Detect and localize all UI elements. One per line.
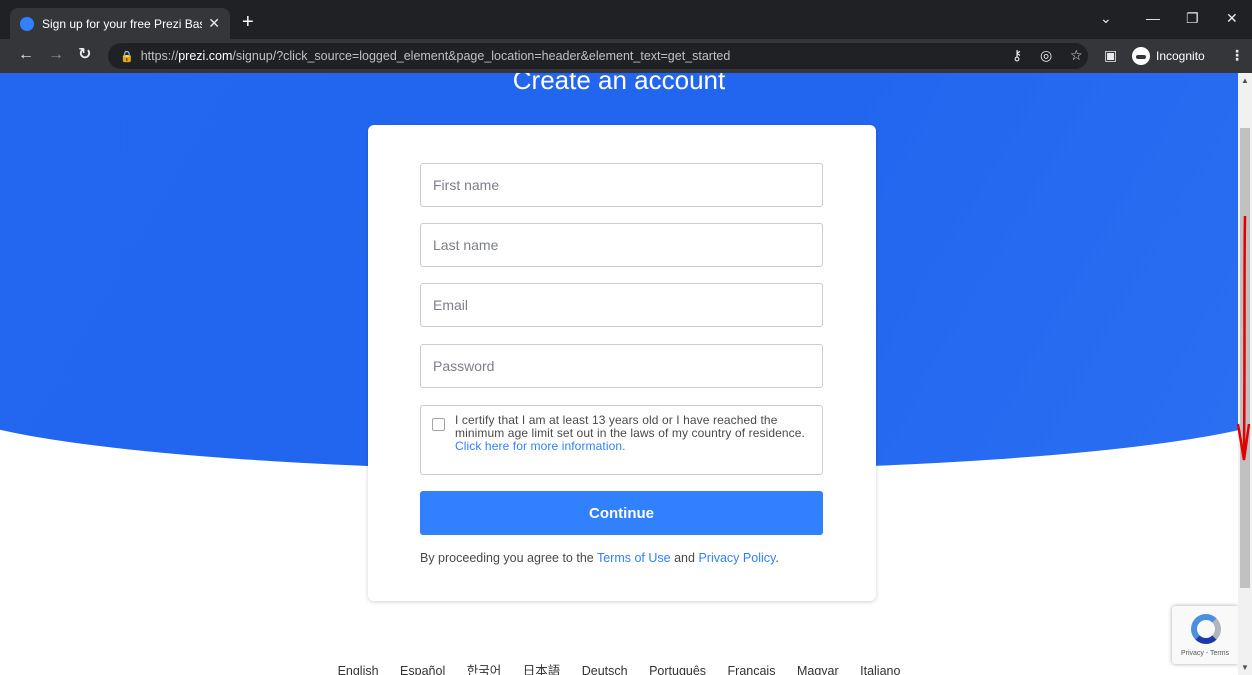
more-info-link[interactable]: Click here for more information. [455,439,626,453]
language-link[interactable]: Français [728,664,776,675]
key-icon[interactable]: ⚷ [1012,48,1022,62]
last-name-field[interactable] [420,223,823,267]
age-consent-text: I certify that I am at least 13 years ol… [455,413,805,440]
menu-icon[interactable]: ⋮ [1230,48,1244,62]
recaptcha-icon [1191,614,1221,644]
language-link[interactable]: Português [649,664,706,675]
incognito-badge[interactable]: Incognito [1132,45,1205,67]
side-panel-icon[interactable]: ▣ [1104,48,1117,62]
privacy-policy-link[interactable]: Privacy Policy [698,551,775,565]
url-host: prezi.com [178,49,233,63]
password-field[interactable] [420,344,823,388]
terms-of-use-link[interactable]: Terms of Use [597,551,671,565]
incognito-label: Incognito [1156,49,1205,63]
close-tab-icon[interactable]: ✕ [208,15,220,32]
terms-and: and [674,551,695,565]
terms-prefix: By proceeding you agree to the [420,551,594,565]
reload-icon[interactable]: ↻ [78,47,91,63]
url-scheme: https:// [140,49,179,63]
new-tab-icon[interactable]: + [242,12,254,32]
email-field[interactable] [420,283,823,327]
scroll-down-icon[interactable]: ▼ [1238,663,1252,672]
recaptcha-links[interactable]: Privacy - Terms [1172,650,1238,657]
tab-bar: Sign up for your free Prezi Basic ✕ + ⌄ … [0,0,1252,39]
eye-off-icon[interactable]: ◎ [1040,48,1052,62]
language-selector: English Español 한국어 日本語 Deutsch Portuguê… [0,660,1238,675]
incognito-icon [1132,47,1150,65]
language-link[interactable]: Italiano [860,664,900,675]
language-link[interactable]: English [338,664,379,675]
age-consent-checkbox[interactable] [432,418,445,431]
scroll-up-icon[interactable]: ▲ [1238,76,1252,85]
language-link[interactable]: Deutsch [582,664,628,675]
tab-title: Sign up for your free Prezi Basic [42,16,203,31]
tab-search-icon[interactable]: ⌄ [1100,10,1112,27]
page-viewport: Create an account I certify that I am at… [0,73,1238,675]
first-name-field[interactable] [420,163,823,207]
continue-button[interactable]: Continue [420,491,823,535]
terms-notice: By proceeding you agree to the Terms of … [420,551,823,565]
star-icon[interactable]: ☆ [1070,48,1083,62]
language-link[interactable]: 한국어 [467,664,502,675]
recaptcha-badge[interactable]: Privacy - Terms [1172,606,1238,664]
close-window-icon[interactable]: ✕ [1226,10,1238,27]
browser-tab[interactable]: Sign up for your free Prezi Basic ✕ [10,8,230,39]
page-title: Create an account [512,73,726,95]
restore-icon[interactable]: ❐ [1186,10,1199,27]
minimize-icon[interactable]: — [1146,10,1160,26]
annotation-arrow-icon [1236,215,1251,461]
signup-card: I certify that I am at least 13 years ol… [368,125,876,601]
url-path: /signup/?click_source=logged_element&pag… [232,49,731,63]
address-bar[interactable]: 🔒 https:// prezi.com /signup/?click_sour… [108,43,1088,69]
browser-toolbar: ← → ↻ 🔒 https:// prezi.com /signup/?clic… [0,39,1252,73]
language-link[interactable]: 日本語 [523,664,561,675]
prezi-favicon-icon [20,16,34,31]
lock-icon[interactable]: 🔒 [120,50,134,63]
terms-suffix: . [775,551,779,565]
back-icon[interactable]: ← [18,47,34,63]
forward-icon[interactable]: → [48,47,64,63]
language-link[interactable]: Español [400,664,445,675]
age-consent: I certify that I am at least 13 years ol… [420,405,823,475]
language-link[interactable]: Magyar [797,664,839,675]
